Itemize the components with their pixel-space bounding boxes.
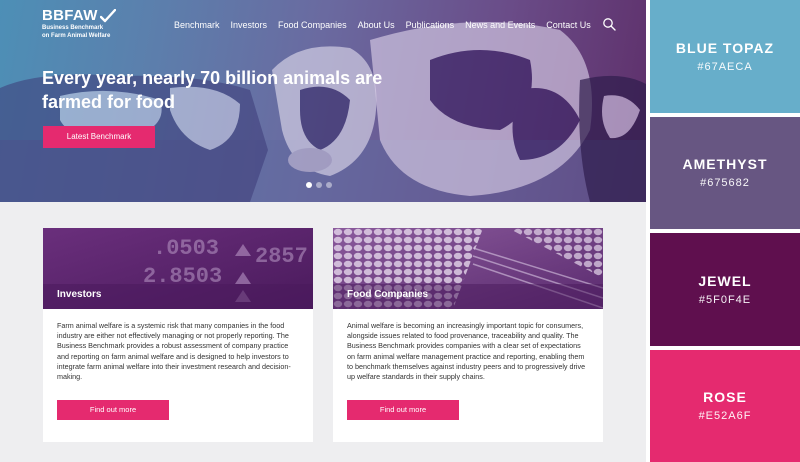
food-companies-card: Food Companies Animal welfare is becomin… xyxy=(333,228,603,442)
carousel-dot-1[interactable] xyxy=(306,182,312,188)
nav-benchmark[interactable]: Benchmark xyxy=(174,20,220,30)
investors-card-text: Farm animal welfare is a systemic risk t… xyxy=(57,321,291,382)
swatch-rose: ROSE #E52A6F xyxy=(650,349,800,462)
website-mockup: BBFAW Business Benchmark on Farm Animal … xyxy=(0,0,646,462)
food-companies-card-title: Food Companies xyxy=(347,289,429,300)
nav-publications[interactable]: Publications xyxy=(406,20,455,30)
nav-about-us[interactable]: About Us xyxy=(358,20,395,30)
investors-card: .0503 2.8503 2857 Investors Farm animal … xyxy=(43,228,313,442)
food-companies-card-image[interactable]: Food Companies xyxy=(333,228,603,309)
nav-news-and-events[interactable]: News and Events xyxy=(465,20,535,30)
logo-subtitle-2: on Farm Animal Welfare xyxy=(42,33,111,39)
bbfaw-logo[interactable]: BBFAW Business Benchmark on Farm Animal … xyxy=(42,7,116,40)
investors-card-title: Investors xyxy=(57,289,102,300)
search-icon[interactable] xyxy=(602,17,616,31)
nav-contact-us[interactable]: Contact Us xyxy=(546,20,591,30)
food-companies-card-text: Animal welfare is becoming an increasing… xyxy=(347,321,586,382)
hero-banner: BBFAW Business Benchmark on Farm Animal … xyxy=(0,0,646,202)
food-companies-find-out-more-button[interactable]: Find out more xyxy=(347,400,459,420)
swatch-blue-topaz: BLUE TOPAZ #67AECA xyxy=(650,0,800,113)
carousel-dots xyxy=(306,182,332,188)
logo-wordmark: BBFAW xyxy=(42,7,98,24)
logo-check-icon xyxy=(99,8,116,22)
swatch-jewel: JEWEL #5F0F4E xyxy=(650,233,800,346)
ticker-digits-3: 2857 xyxy=(255,244,308,269)
latest-benchmark-button[interactable]: Latest Benchmark xyxy=(43,126,155,148)
ticker-digits-1: .0503 xyxy=(153,236,219,261)
swatch-hex: #5F0F4E xyxy=(698,293,752,306)
nav-investors[interactable]: Investors xyxy=(231,20,268,30)
color-palette: BLUE TOPAZ #67AECA AMETHYST #675682 JEWE… xyxy=(650,0,800,462)
swatch-name: BLUE TOPAZ xyxy=(675,39,775,56)
swatch-hex: #675682 xyxy=(700,177,750,190)
nav-food-companies[interactable]: Food Companies xyxy=(278,20,347,30)
swatch-name: JEWEL xyxy=(698,272,752,289)
investors-find-out-more-button[interactable]: Find out more xyxy=(57,400,169,420)
swatch-hex: #67AECA xyxy=(697,60,753,73)
logo-subtitle-1: Business Benchmark xyxy=(42,25,104,31)
main-nav: Benchmark Investors Food Companies About… xyxy=(174,18,616,32)
swatch-name: ROSE xyxy=(703,389,747,406)
swatch-hex: #E52A6F xyxy=(698,410,752,423)
carousel-dot-2[interactable] xyxy=(316,182,322,188)
swatch-name: AMETHYST xyxy=(682,156,768,173)
carousel-dot-3[interactable] xyxy=(326,182,332,188)
hero-headline: Every year, nearly 70 billion animals ar… xyxy=(42,68,383,112)
investors-card-image[interactable]: .0503 2.8503 2857 Investors xyxy=(43,228,313,309)
brand-board: BBFAW Business Benchmark on Farm Animal … xyxy=(0,0,800,462)
swatch-amethyst: AMETHYST #675682 xyxy=(650,116,800,229)
